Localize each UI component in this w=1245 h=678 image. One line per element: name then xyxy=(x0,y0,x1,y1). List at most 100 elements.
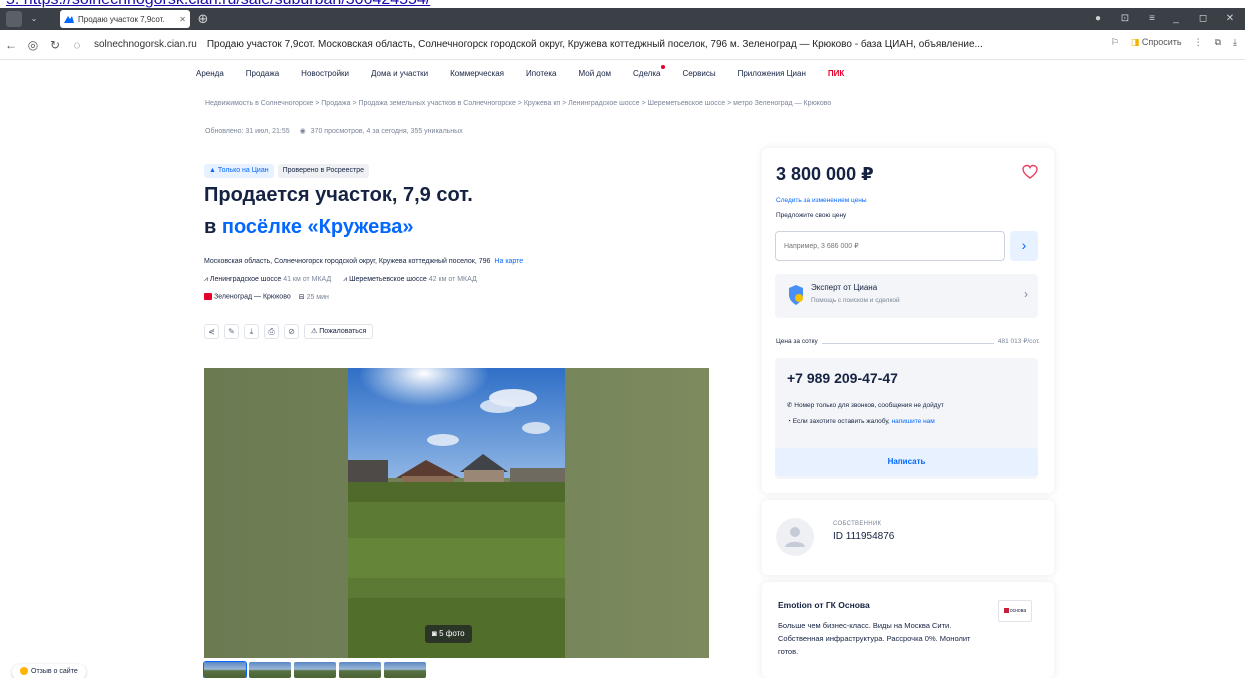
thumbnail-4[interactable] xyxy=(339,662,381,678)
nav-item-mortgage[interactable]: Ипотека xyxy=(526,69,557,78)
submit-offer-button[interactable]: › xyxy=(1010,231,1038,261)
close-window-icon[interactable]: ✕ xyxy=(1222,11,1238,27)
menu-icon[interactable]: ≡ xyxy=(1144,11,1160,27)
url-strip: 5. https://solnechnogorsk.cian.ru/sale/s… xyxy=(0,0,1245,8)
ad-text: Больше чем бизнес-класс. Виды на Москва … xyxy=(778,621,971,656)
download-icon[interactable]: ⤓ xyxy=(1233,37,1237,48)
tab-list-chevron-icon[interactable]: ⌄ xyxy=(28,11,40,27)
back-icon[interactable]: ← xyxy=(0,38,22,52)
download-icon[interactable]: ⤓ xyxy=(244,324,259,339)
maximize-icon[interactable]: ◻ xyxy=(1195,11,1211,27)
follow-price-link[interactable]: Следить за изменением цены xyxy=(776,197,867,204)
share-icon[interactable]: ⋞ xyxy=(204,324,219,339)
ask-button[interactable]: ◨ Спросить xyxy=(1131,37,1182,48)
price-per-sotka: Цена за сотку 481 013 ₽/сот. xyxy=(776,337,1040,346)
nav-item-sale[interactable]: Продажа xyxy=(246,69,279,78)
metro-station[interactable]: Зеленоград — Крюково xyxy=(204,293,291,301)
tab-title: Продаю участок 7,9сот. xyxy=(78,14,165,24)
nav-item-rent[interactable]: Аренда xyxy=(196,69,224,78)
owner-id[interactable]: ID 111954876 xyxy=(833,531,894,542)
close-tab-icon[interactable]: ✕ xyxy=(179,15,186,24)
breadcrumb[interactable]: Недвижимость в Солнечногорске > Продажа … xyxy=(205,100,831,107)
only-on-cian-badge: ▲ Только на Циан xyxy=(204,164,274,178)
tab-active[interactable]: Продаю участок 7,9сот. ✕ xyxy=(60,10,190,28)
listing-price: 3 800 000 ₽ xyxy=(776,164,874,184)
listing-address: Московская область, Солнечногорск городс… xyxy=(204,258,524,265)
highway-sheremetyevskoe[interactable]: ⩘ Шереметьевское шоссе 42 км от МКАД xyxy=(343,276,477,284)
write-button[interactable]: Написать xyxy=(775,448,1038,476)
shield-icon[interactable]: ◎ xyxy=(22,38,44,52)
metro-travel-time: ⊟ 25 мин xyxy=(298,294,329,301)
photo-gallery[interactable]: ◙ 5 фото xyxy=(204,368,709,658)
print-icon[interactable]: ⎙ xyxy=(264,324,279,339)
updated-date: Обновлено: 31 июл, 21:55 xyxy=(205,128,290,135)
offer-price-input[interactable] xyxy=(775,231,1005,261)
site-info-icon[interactable]: ◌ xyxy=(66,38,88,52)
price-card: 3 800 000 ₽ Следить за изменением цены П… xyxy=(762,148,1054,493)
metro-icon xyxy=(204,293,212,301)
highways: ⩘ Ленинградское шоссе 41 км от МКАД ⩘ Ше… xyxy=(204,276,477,284)
edit-icon[interactable]: ✎ xyxy=(224,324,239,339)
site-review-button[interactable]: Отзыв о сайте xyxy=(12,664,86,678)
expert-banner[interactable]: Эксперт от Циана Помощь с поиском и сдел… xyxy=(775,274,1038,318)
address-page-title[interactable]: Продаю участок 7,9сот. Московская област… xyxy=(207,39,1032,50)
url-strip-text[interactable]: 5. https://solnechnogorsk.cian.ru/sale/s… xyxy=(6,0,430,8)
highway-leningradskoe[interactable]: ⩘ Ленинградское шоссе 41 км от МКАД xyxy=(204,276,331,284)
nav-item-houses[interactable]: Дома и участки xyxy=(371,69,428,78)
ad-title[interactable]: Emotion от ГК Основа xyxy=(778,600,870,610)
workspace-icon[interactable] xyxy=(6,11,22,27)
nav-item-my-home[interactable]: Мой дом xyxy=(579,69,612,78)
extensions-icon[interactable]: ⧉ xyxy=(1215,37,1221,48)
write-us-link[interactable]: напишите нам xyxy=(892,418,935,425)
photo-thumbnails xyxy=(203,661,426,678)
owner-role: СОБСТВЕННИК xyxy=(833,521,882,527)
metro-info: Зеленоград — Крюково ⊟ 25 мин xyxy=(204,293,329,301)
notification-dot xyxy=(661,64,666,69)
listing-photo[interactable] xyxy=(348,368,565,658)
thumbnail-1[interactable] xyxy=(203,661,247,678)
minimize-icon[interactable]: _ xyxy=(1168,11,1184,27)
reload-icon[interactable]: ↻ xyxy=(44,38,66,52)
bus-icon: ⊟ xyxy=(298,294,305,301)
tab-bar: ⌄ Продаю участок 7,9сот. ✕ ⊕ ● ⊡ ≡ _ ◻ ✕ xyxy=(0,8,1245,30)
new-tab-icon[interactable]: ⊕ xyxy=(195,11,211,27)
nav-item-services[interactable]: Сервисы xyxy=(682,69,715,78)
listing-badges: ▲ Только на Циан Проверено в Росреестре xyxy=(204,164,370,178)
bookmark-icon[interactable]: ⚐ xyxy=(1111,37,1119,48)
nav-item-commercial[interactable]: Коммерческая xyxy=(450,69,504,78)
thumbnail-5[interactable] xyxy=(384,662,426,678)
browser-window: 5. https://solnechnogorsk.cian.ru/sale/s… xyxy=(0,0,1245,678)
chevron-right-icon: › xyxy=(1024,287,1028,301)
thumbnail-3[interactable] xyxy=(294,662,336,678)
listing-meta: Обновлено: 31 июл, 21:55 ◉ 370 просмотро… xyxy=(205,127,463,135)
nav-item-new-buildings[interactable]: Новостройки xyxy=(301,69,349,78)
more-icon[interactable]: ⋮ xyxy=(1194,37,1203,48)
nav-item-apps[interactable]: Приложения Циан xyxy=(738,69,806,78)
nav-item-deal[interactable]: Сделка xyxy=(633,64,666,78)
heart-icon[interactable] xyxy=(1022,164,1038,180)
expert-title: Эксперт от Циана xyxy=(811,283,878,292)
photo-count-button[interactable]: ◙ 5 фото xyxy=(425,625,472,643)
thumbnail-2[interactable] xyxy=(249,662,291,678)
avatar[interactable] xyxy=(776,518,814,556)
shield-icon xyxy=(789,285,803,305)
address-domain[interactable]: solnechnogorsk.cian.ru xyxy=(94,39,197,50)
page-subtitle: в посёлке «Кружева» xyxy=(204,216,414,238)
rosreestr-badge[interactable]: Проверено в Росреестре xyxy=(277,164,370,178)
map-link[interactable]: На карте xyxy=(494,258,523,265)
village-link[interactable]: посёлке «Кружева» xyxy=(222,216,414,238)
hide-icon[interactable]: ⊘ xyxy=(284,324,299,339)
address-bar-actions: ⚐ ◨ Спросить ⋮ ⧉ ⤓ xyxy=(1111,37,1237,48)
report-button[interactable]: ⚠ Пожаловаться xyxy=(304,324,374,339)
ad-logo: основа xyxy=(998,600,1032,622)
bookmark-panel-icon[interactable]: ⊡ xyxy=(1117,11,1133,27)
ad-card[interactable]: Emotion от ГК Основа Больше чем бизнес-к… xyxy=(762,582,1054,678)
nav-item-pik[interactable]: ПИК xyxy=(828,69,844,78)
listing-actions: ⋞ ✎ ⤓ ⎙ ⊘ ⚠ Пожаловаться xyxy=(204,324,374,339)
site-nav: Аренда Продажа Новостройки Дома и участк… xyxy=(0,60,1245,86)
cian-logo-icon xyxy=(64,16,74,23)
view-stats[interactable]: 370 просмотров, 4 за сегодня, 355 уникал… xyxy=(311,128,463,135)
phone-number[interactable]: +7 989 209-47-47 xyxy=(787,370,898,386)
smile-icon xyxy=(20,667,28,676)
profile-icon[interactable]: ● xyxy=(1090,11,1106,27)
